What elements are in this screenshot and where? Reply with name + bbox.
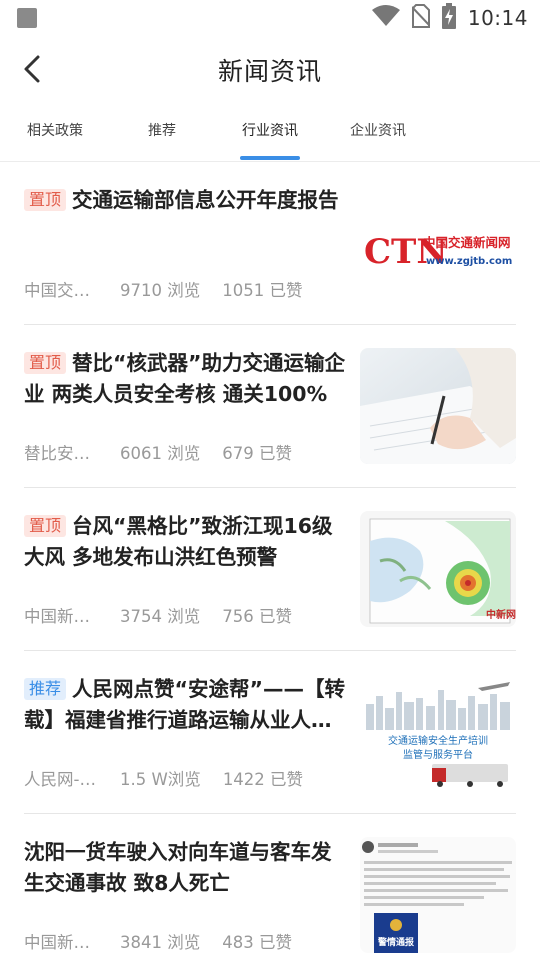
news-title-text: 沈阳一货车驶入对向车道与客车发生交通事故 致8人死亡 — [24, 840, 332, 895]
status-icons: 10:14 — [371, 3, 528, 33]
news-views: 6061 浏览 — [120, 444, 201, 463]
recommended-badge: 推荐 — [24, 678, 67, 700]
watermark-text: 中新网 — [486, 608, 516, 621]
news-thumbnail-police-notice: 警情通报 — [360, 837, 516, 953]
news-views: 3841 浏览 — [120, 933, 201, 952]
news-title-text: 台风“黑格比”致浙江现16级大风 多地发布山洪红色预警 — [24, 514, 333, 569]
news-views: 1.5 W浏览 — [120, 770, 201, 789]
news-source: 中国交… — [24, 281, 90, 300]
pinned-badge: 置顶 — [24, 189, 67, 211]
banner-line1: 交通运输安全生产培训 — [388, 734, 488, 747]
no-sim-icon — [411, 4, 431, 32]
active-tab-indicator — [240, 156, 300, 160]
news-thumbnail-writing-hand — [360, 348, 516, 464]
news-item[interactable]: 推荐 人民网点赞“安途帮”——【转载】福建省推行道路运输从业人… 人民网-… 1.5… — [24, 652, 516, 814]
wifi-icon — [371, 5, 400, 31]
notification-square-icon — [17, 8, 37, 28]
news-likes: 1051 已赞 — [222, 281, 303, 300]
news-meta: 中国新… 3841 浏览 483 已赞 — [24, 929, 292, 953]
news-source: 中国新… — [24, 933, 90, 952]
news-title: 置顶 交通运输部信息公开年度报告 — [24, 185, 348, 216]
news-likes: 679 已赞 — [222, 444, 292, 463]
tab-bar: 相关政策 推荐 行业资讯 企业资讯 — [0, 102, 540, 162]
news-thumbnail-typhoon-radar: 中新网 — [360, 511, 516, 627]
news-item[interactable]: 沈阳一货车驶入对向车道与客车发生交通事故 致8人死亡 中国新… 3841 浏览 48… — [24, 815, 516, 960]
status-time: 10:14 — [467, 6, 528, 30]
news-meta: 人民网-… 1.5 W浏览 1422 已赞 — [24, 766, 303, 790]
news-views: 9710 浏览 — [120, 281, 201, 300]
news-title-text: 人民网点赞“安途帮”——【转载】福建省推行道路运输从业人… — [24, 677, 345, 732]
news-likes: 756 已赞 — [222, 607, 292, 626]
tab-related-policy[interactable]: 相关政策 — [0, 102, 110, 162]
battery-charging-icon — [441, 3, 456, 33]
logo-url-text: www.zgjtb.com — [426, 256, 512, 267]
news-likes: 483 已赞 — [222, 933, 292, 952]
stamp-text: 警情通报 — [378, 936, 414, 948]
banner-line2: 监管与服务平台 — [403, 748, 473, 761]
news-title: 置顶 替比“核武器”助力交通运输企业 两类人员安全考核 通关100% — [24, 348, 348, 410]
tab-recommended[interactable]: 推荐 — [107, 102, 217, 162]
tab-company-news[interactable]: 企业资讯 — [323, 102, 433, 162]
news-title-text: 交通运输部信息公开年度报告 — [72, 188, 339, 212]
page-title: 新闻资讯 — [217, 57, 322, 86]
news-title: 沈阳一货车驶入对向车道与客车发生交通事故 致8人死亡 — [24, 837, 348, 899]
news-likes: 1422 已赞 — [222, 770, 304, 789]
app-header: 新闻资讯 — [0, 36, 540, 102]
tab-industry-news[interactable]: 行业资讯 — [215, 102, 325, 162]
news-meta: 中国新… 3754 浏览 756 已赞 — [24, 603, 292, 627]
news-source: 人民网-… — [24, 770, 96, 789]
news-source: 替比安… — [24, 444, 90, 463]
news-title: 推荐 人民网点赞“安途帮”——【转载】福建省推行道路运输从业人… — [24, 674, 348, 736]
news-meta: 中国交… 9710 浏览 1051 已赞 — [24, 277, 303, 301]
news-title-text: 替比“核武器”助力交通运输企业 两类人员安全考核 通关100% — [24, 351, 345, 406]
pinned-badge: 置顶 — [24, 515, 67, 537]
status-bar: 10:14 — [0, 0, 540, 36]
news-title: 置顶 台风“黑格比”致浙江现16级大风 多地发布山洪红色预警 — [24, 511, 348, 573]
news-item[interactable]: 置顶 台风“黑格比”致浙江现16级大风 多地发布山洪红色预警 中国新… 3754 浏… — [24, 489, 516, 651]
news-thumbnail-ctn-logo: CTN 中国交通新闻网 www.zgjtb.com — [360, 185, 516, 301]
news-item[interactable]: 置顶 替比“核武器”助力交通运输企业 两类人员安全考核 通关100% 替比安… 60… — [24, 326, 516, 488]
news-views: 3754 浏览 — [120, 607, 201, 626]
news-item[interactable]: 置顶 交通运输部信息公开年度报告 中国交… 9710 浏览 1051 已赞 CTN 中… — [24, 163, 516, 325]
news-meta: 替比安… 6061 浏览 679 已赞 — [24, 440, 292, 464]
news-thumbnail-training-platform: 交通运输安全生产培训 监管与服务平台 — [360, 674, 516, 790]
news-source: 中国新… — [24, 607, 90, 626]
logo-cn-text: 中国交通新闻网 — [423, 235, 511, 250]
pinned-badge: 置顶 — [24, 352, 67, 374]
